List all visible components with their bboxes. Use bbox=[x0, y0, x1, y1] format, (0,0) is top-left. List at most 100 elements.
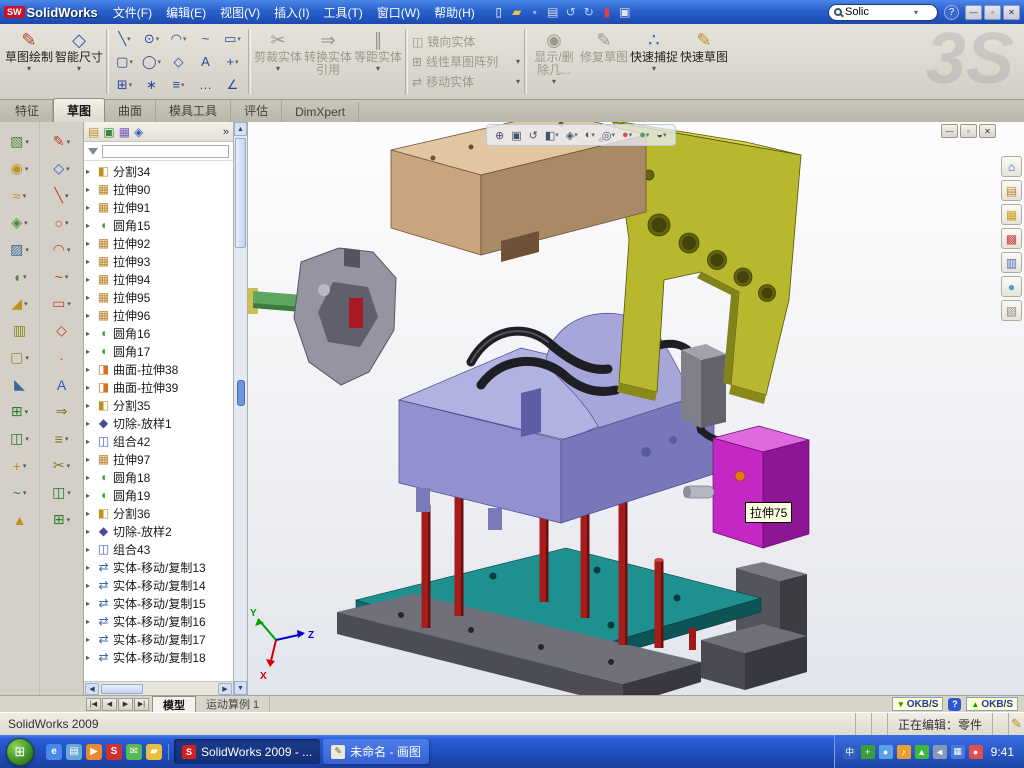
smart-dimension-button[interactable]: ◇智能尺寸▾ bbox=[54, 26, 104, 97]
tree-item[interactable]: ▸⇄实体-移动/复制13 bbox=[86, 558, 233, 576]
model-part-small-pin[interactable] bbox=[689, 628, 696, 650]
fillet-button[interactable]: ◖▾ bbox=[13, 263, 27, 290]
chevron-down-icon[interactable]: ▾ bbox=[25, 246, 29, 254]
menu-item[interactable]: 帮助(H) bbox=[427, 2, 482, 23]
chevron-down-icon[interactable]: ▾ bbox=[552, 77, 556, 86]
point-tool-button[interactable]: +▾ bbox=[219, 50, 246, 73]
dimension-tool-button[interactable]: ◇▾ bbox=[53, 155, 69, 182]
document-tab[interactable]: 运动算例 1 bbox=[196, 696, 270, 712]
open-icon[interactable]: ▰ bbox=[508, 5, 526, 19]
chamfer-button[interactable]: ◢▾ bbox=[11, 290, 27, 317]
search-box[interactable]: ▾ bbox=[828, 4, 938, 21]
expand-arrow-icon[interactable]: ▸ bbox=[86, 401, 94, 410]
tree-item[interactable]: ▸▦拉伸95 bbox=[86, 288, 233, 306]
instant3d-button[interactable]: ▲ bbox=[13, 506, 27, 533]
chevron-down-icon[interactable]: ▾ bbox=[663, 131, 667, 139]
rectangle-button[interactable]: ▭▾ bbox=[52, 290, 71, 317]
chevron-down-icon[interactable]: ▾ bbox=[67, 246, 71, 254]
expand-arrow-icon[interactable]: ▸ bbox=[86, 545, 94, 554]
model-part-guide-pin[interactable] bbox=[683, 486, 714, 498]
zoom-fit-icon[interactable]: ⊕ bbox=[493, 127, 506, 143]
convert-entities-button[interactable]: ⇒转换实体引用 bbox=[303, 26, 353, 97]
lofted-boss-button[interactable]: ◈▾ bbox=[11, 209, 27, 236]
sketch-pattern-tool-button[interactable]: ⊞▾ bbox=[111, 73, 138, 96]
trim-entities-button[interactable]: ✂剪裁实体▾ bbox=[253, 26, 303, 97]
sketch-tool-button[interactable]: ✎▾ bbox=[53, 128, 70, 155]
tree-item[interactable]: ▸◖圆角18 bbox=[86, 468, 233, 486]
media-player-icon[interactable]: ▶ bbox=[86, 744, 102, 760]
commandmanager-tab[interactable]: 曲面 bbox=[105, 99, 156, 122]
tree-item[interactable]: ▸⇄实体-移动/复制17 bbox=[86, 630, 233, 648]
expand-arrow-icon[interactable]: ▸ bbox=[86, 329, 94, 338]
tree-item[interactable]: ▸▦拉伸96 bbox=[86, 306, 233, 324]
expand-arrow-icon[interactable]: ▸ bbox=[86, 365, 94, 374]
scroll-left-arrow[interactable]: ◀ bbox=[85, 683, 99, 695]
scroll-down-arrow[interactable]: ▼ bbox=[234, 681, 247, 695]
expand-arrow-icon[interactable]: ▸ bbox=[86, 185, 94, 194]
reference-geometry-button[interactable]: +▾ bbox=[13, 452, 27, 479]
help-button[interactable]: ? bbox=[944, 5, 959, 20]
chevron-down-icon[interactable]: ▾ bbox=[25, 408, 29, 416]
linear-sketch-pattern-button[interactable]: ⊞线性草图阵列▾ bbox=[410, 53, 522, 70]
redo-icon[interactable]: ↻ bbox=[580, 5, 598, 19]
propertymanager-tab-icon[interactable]: ▣ bbox=[103, 125, 114, 139]
chevron-down-icon[interactable]: ▾ bbox=[65, 192, 69, 200]
chevron-down-icon[interactable]: ▾ bbox=[23, 192, 27, 200]
chevron-down-icon[interactable]: ▾ bbox=[914, 8, 918, 17]
sketch-button[interactable]: ✎草图绘制▾ bbox=[4, 26, 54, 97]
arc-tool-button[interactable]: ◠▾ bbox=[165, 27, 192, 50]
overflow-chevron-icon[interactable]: » bbox=[223, 126, 229, 138]
options-icon[interactable]: ▣ bbox=[616, 5, 634, 19]
tray-antivirus-icon[interactable]: + bbox=[861, 745, 875, 759]
chevron-down-icon[interactable]: ▾ bbox=[23, 462, 27, 470]
expand-arrow-icon[interactable]: ▸ bbox=[86, 311, 94, 320]
hide-show-items-icon[interactable]: ◎▾ bbox=[600, 127, 617, 143]
save-icon[interactable]: ▪ bbox=[526, 5, 544, 19]
expand-arrow-icon[interactable]: ▸ bbox=[86, 455, 94, 464]
spline-tool-button[interactable]: ~ bbox=[192, 27, 219, 50]
chevron-down-icon[interactable]: ▾ bbox=[591, 131, 595, 139]
slot-tool-button[interactable]: ▢▾ bbox=[111, 50, 138, 73]
net-help-badge[interactable]: ? bbox=[948, 698, 961, 711]
menu-item[interactable]: 视图(V) bbox=[213, 2, 267, 23]
extruded-cut-button[interactable]: ▨▾ bbox=[10, 236, 29, 263]
tree-item[interactable]: ▸▦拉伸91 bbox=[86, 198, 233, 216]
tree-item[interactable]: ▸▦拉伸92 bbox=[86, 234, 233, 252]
model-part-connector-block[interactable] bbox=[681, 344, 726, 428]
tree-item[interactable]: ▸◆切除-放样2 bbox=[86, 522, 233, 540]
doc-tab-scroll-button[interactable]: ▶ bbox=[118, 698, 133, 711]
centerline-tool-button[interactable]: ≡▾ bbox=[165, 73, 192, 96]
text-button[interactable]: A bbox=[57, 371, 66, 398]
scroll-right-arrow[interactable]: ▶ bbox=[218, 683, 232, 695]
internet-explorer-icon[interactable]: e bbox=[46, 744, 62, 760]
view-orientation-icon[interactable]: ◈▾ bbox=[564, 127, 580, 143]
tree-item[interactable]: ▸◫组合42 bbox=[86, 432, 233, 450]
solidworks-resources-icon[interactable]: ⌂ bbox=[1001, 156, 1022, 177]
tree-item[interactable]: ▸◧分割36 bbox=[86, 504, 233, 522]
mirror-entities-button[interactable]: ◫▾ bbox=[52, 479, 71, 506]
expand-arrow-icon[interactable]: ▸ bbox=[86, 275, 94, 284]
print-icon[interactable]: ▤ bbox=[544, 5, 562, 19]
display-style-icon[interactable]: ◐▾ bbox=[583, 127, 597, 143]
offset-entities-button[interactable]: ≡▾ bbox=[55, 425, 69, 452]
folder-quicklaunch-icon[interactable]: ▰ bbox=[146, 744, 162, 760]
chevron-down-icon[interactable]: ▾ bbox=[65, 435, 69, 443]
tree-item[interactable]: ▸◨曲面-拉伸39 bbox=[86, 378, 233, 396]
toolbox-icon[interactable]: ▩ bbox=[1001, 228, 1022, 249]
tree-item[interactable]: ▸▦拉伸97 bbox=[86, 450, 233, 468]
start-button[interactable]: ⊞ bbox=[6, 738, 34, 766]
model-part-cam-unit[interactable] bbox=[294, 248, 396, 385]
scroll-up-arrow[interactable]: ▲ bbox=[234, 122, 247, 136]
rib-button[interactable]: ▥ bbox=[13, 317, 26, 344]
chevron-down-icon[interactable]: ▾ bbox=[27, 64, 31, 73]
file-explorer-icon[interactable]: ▦ bbox=[1001, 204, 1022, 225]
chevron-down-icon[interactable]: ▾ bbox=[23, 273, 27, 281]
edit-appearance-icon[interactable]: ●▾ bbox=[620, 127, 634, 143]
chevron-down-icon[interactable]: ▾ bbox=[24, 300, 28, 308]
close-button[interactable]: ✕ bbox=[1003, 5, 1020, 20]
chevron-down-icon[interactable]: ▾ bbox=[25, 354, 29, 362]
tray-music-icon[interactable]: ♪ bbox=[897, 745, 911, 759]
model-part-base-rail-right[interactable] bbox=[701, 624, 807, 690]
chevron-down-icon[interactable]: ▾ bbox=[629, 131, 633, 139]
chevron-down-icon[interactable]: ▾ bbox=[516, 77, 520, 86]
